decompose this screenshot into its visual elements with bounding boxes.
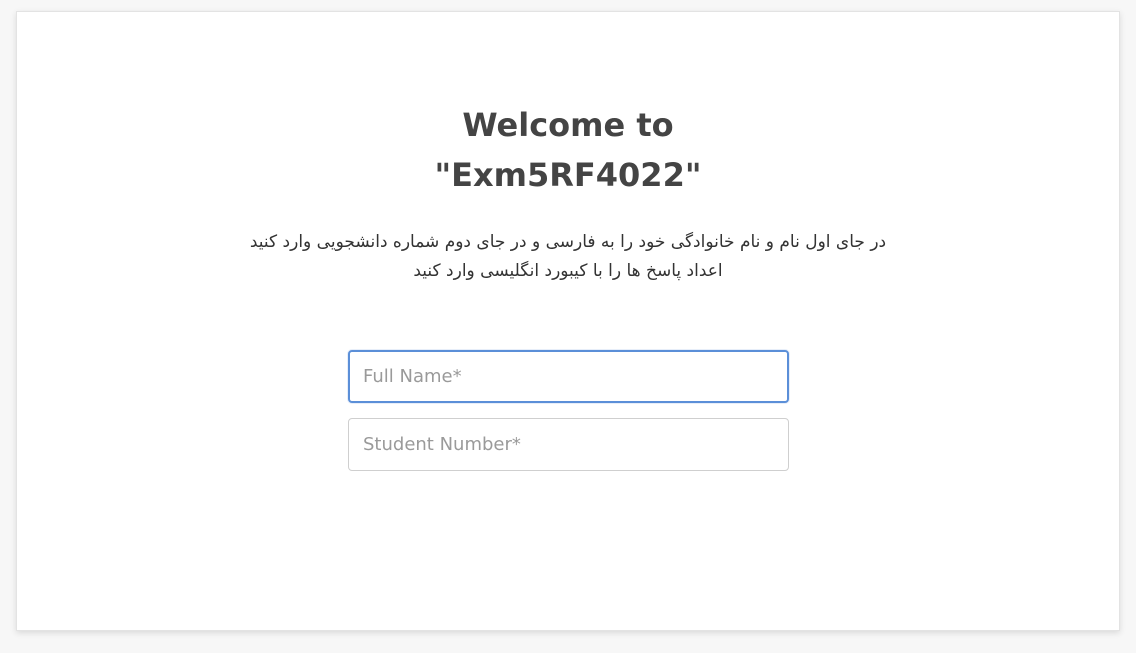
instructions-text: در جای اول نام و نام خانوادگی خود را به … xyxy=(17,228,1119,286)
student-number-input[interactable] xyxy=(348,418,789,471)
login-card: Welcome to "Exm5RF4022" در جای اول نام و… xyxy=(16,11,1120,631)
exam-name: "Exm5RF4022" xyxy=(434,156,702,194)
page-title: Welcome to "Exm5RF4022" xyxy=(17,100,1119,200)
welcome-line: Welcome to xyxy=(462,106,674,144)
instructions-line-1: در جای اول نام و نام خانوادگی خود را به … xyxy=(249,232,887,252)
instructions-line-2: اعداد پاسخ ها را با کیبورد انگلیسی وارد … xyxy=(413,261,723,281)
full-name-input[interactable] xyxy=(348,350,789,403)
